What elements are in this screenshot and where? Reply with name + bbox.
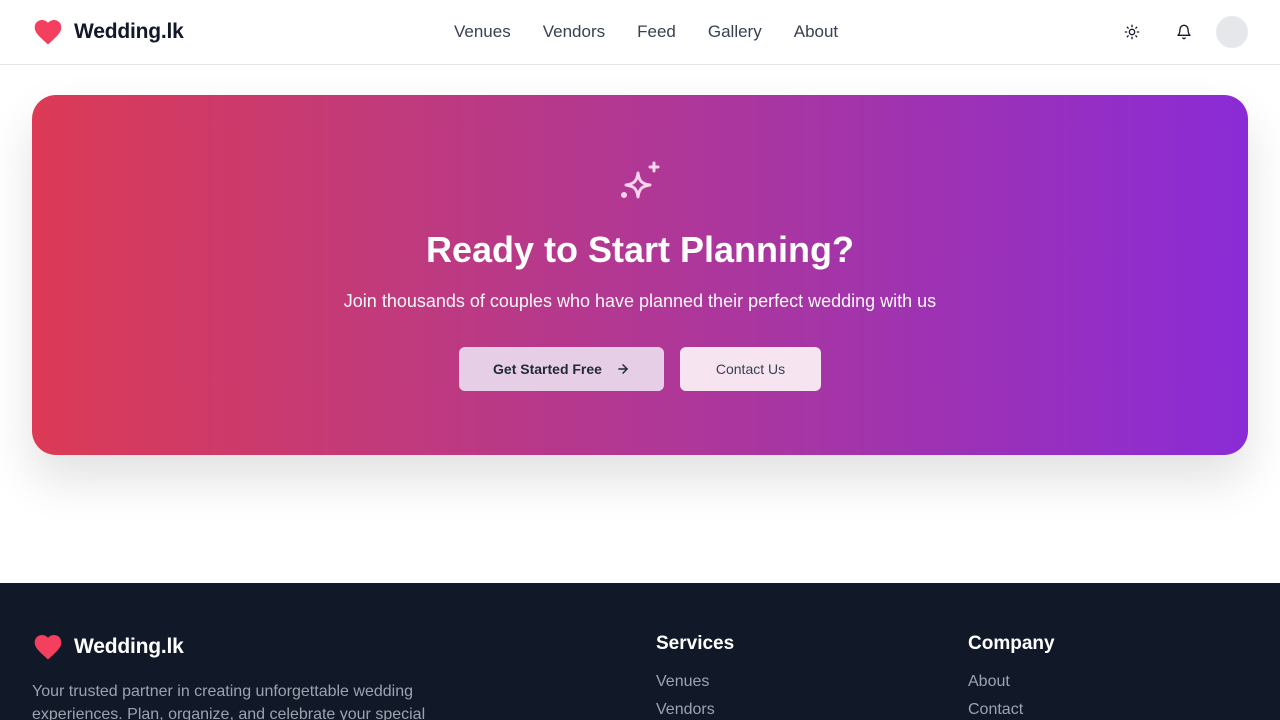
top-navbar: Wedding.lk Venues Vendors Feed Gallery A… xyxy=(0,0,1280,65)
brand-name: Wedding.lk xyxy=(74,20,184,43)
cta-title: Ready to Start Planning? xyxy=(425,229,855,270)
footer-services-heading: Services xyxy=(656,633,735,654)
sparkles-icon xyxy=(621,161,660,199)
footer-brand: Wedding.lk xyxy=(32,631,184,663)
heart-icon xyxy=(34,635,62,660)
get-started-button[interactable]: Get Started Free xyxy=(459,347,664,391)
footer-description: Your trusted partner in creating unforge… xyxy=(32,683,426,720)
user-avatar[interactable] xyxy=(1216,16,1248,48)
footer-brand-name: Wedding.lk xyxy=(74,635,184,658)
nav-about[interactable]: About xyxy=(778,22,854,42)
notifications-button[interactable] xyxy=(1168,16,1200,48)
site-footer: Wedding.lk Your trusted partner in creat… xyxy=(0,583,1280,720)
nav-gallery[interactable]: Gallery xyxy=(692,22,778,42)
bell-icon xyxy=(1177,24,1191,40)
nav-feed[interactable]: Feed xyxy=(621,22,692,42)
cta-banner: Ready to Start Planning? Join thousands … xyxy=(32,95,1248,455)
theme-toggle-button[interactable] xyxy=(1116,16,1148,48)
heart-icon xyxy=(34,20,62,45)
arrow-right-icon xyxy=(618,364,628,374)
nav-venues[interactable]: Venues xyxy=(438,22,527,42)
footer-link-venues[interactable]: Venues xyxy=(656,673,734,691)
get-started-label: Get Started Free xyxy=(493,361,602,377)
contact-us-button[interactable]: Contact Us xyxy=(680,347,821,391)
footer-link-vendors[interactable]: Vendors xyxy=(656,701,734,719)
nav-vendors[interactable]: Vendors xyxy=(527,22,621,42)
brand-logo[interactable]: Wedding.lk xyxy=(32,16,184,48)
main-nav: Venues Vendors Feed Gallery About xyxy=(438,0,854,64)
footer-link-about[interactable]: About xyxy=(968,673,1055,691)
cta-subtitle: Join thousands of couples who have plann… xyxy=(343,291,937,311)
footer-company-column: Company About Contact xyxy=(968,633,1055,719)
footer-company-heading: Company xyxy=(968,633,1055,654)
footer-services-column: Services Venues Vendors xyxy=(656,633,734,719)
sun-icon xyxy=(1124,24,1140,40)
footer-link-contact[interactable]: Contact xyxy=(968,701,1055,719)
